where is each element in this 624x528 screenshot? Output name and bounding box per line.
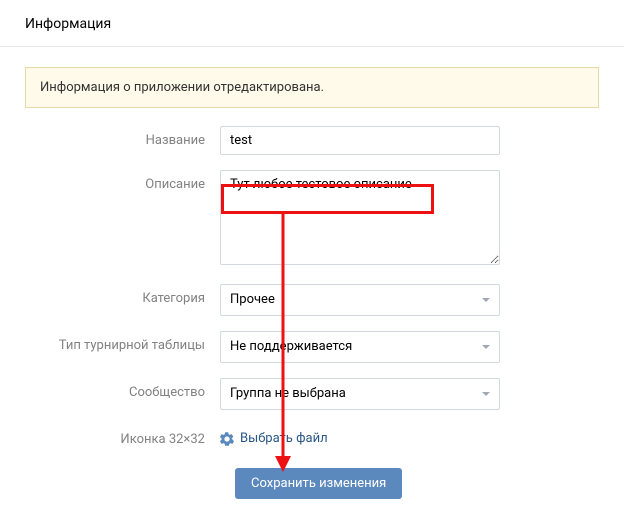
gear-icon xyxy=(220,432,234,446)
save-button[interactable]: Сохранить изменения xyxy=(235,468,402,499)
row-category: Категория Прочее xyxy=(25,284,599,316)
row-description: Описание xyxy=(25,170,599,269)
row-name: Название xyxy=(25,126,599,155)
ranking-select[interactable]: Не поддерживается xyxy=(220,331,500,363)
description-textarea[interactable] xyxy=(220,170,500,265)
choose-file-label: Выбрать файл xyxy=(240,431,328,446)
community-select[interactable]: Группа не выбрана xyxy=(220,378,500,410)
app-info-form: Название Описание Категория Прочее Тип т… xyxy=(0,126,624,519)
row-icon: Иконка 32×32 Выбрать файл xyxy=(25,425,599,450)
label-ranking: Тип турнирной таблицы xyxy=(25,331,220,353)
label-community: Сообщество xyxy=(25,378,220,400)
label-description: Описание xyxy=(25,170,220,192)
name-input[interactable] xyxy=(220,126,500,155)
row-community: Сообщество Группа не выбрана xyxy=(25,378,599,410)
notice-text: Информация о приложении отредактирована. xyxy=(40,80,324,95)
label-category: Категория xyxy=(25,284,220,306)
success-notice: Информация о приложении отредактирована. xyxy=(25,67,599,108)
category-select[interactable]: Прочее xyxy=(220,284,500,316)
label-name: Название xyxy=(25,126,220,148)
page-header: Информация xyxy=(0,0,624,47)
choose-file-link[interactable]: Выбрать файл xyxy=(220,425,328,446)
page-title: Информация xyxy=(25,16,599,32)
row-ranking: Тип турнирной таблицы Не поддерживается xyxy=(25,331,599,363)
submit-row: Сохранить изменения xyxy=(25,468,599,499)
label-icon: Иконка 32×32 xyxy=(25,425,220,447)
